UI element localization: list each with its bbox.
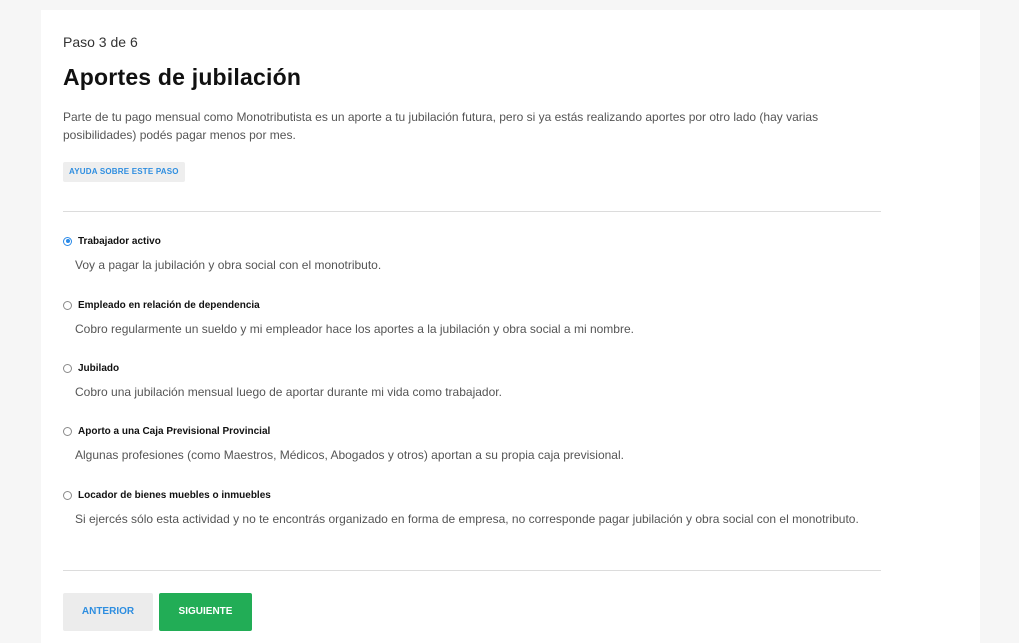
wizard-card: Paso 3 de 6 Aportes de jubilación Parte …	[41, 10, 980, 643]
option-row: Jubilado	[63, 361, 881, 375]
option-label: Jubilado	[78, 362, 120, 374]
option-trabajador-activo[interactable]: Trabajador activo Voy a pagar la jubilac…	[63, 234, 881, 274]
option-row: Locador de bienes muebles o inmuebles	[63, 488, 881, 502]
option-label: Aporto a una Caja Previsional Provincial	[78, 425, 271, 437]
option-row: Trabajador activo	[63, 234, 881, 248]
page-title: Aportes de jubilación	[63, 64, 302, 90]
option-label: Locador de bienes muebles o inmuebles	[78, 489, 271, 501]
radio-button-checked[interactable]	[63, 236, 72, 246]
divider-bottom	[63, 570, 881, 571]
option-empleado-relacion-dependencia[interactable]: Empleado en relación de dependencia Cobr…	[63, 298, 881, 338]
option-row: Empleado en relación de dependencia	[63, 298, 881, 312]
radio-button[interactable]	[63, 300, 72, 310]
option-caja-previsional-provincial[interactable]: Aporto a una Caja Previsional Provincial…	[63, 424, 881, 464]
option-label: Empleado en relación de dependencia	[78, 299, 260, 311]
option-description: Si ejercés sólo esta actividad y no te e…	[75, 512, 859, 526]
radio-button[interactable]	[63, 426, 72, 436]
help-button[interactable]: AYUDA SOBRE ESTE PASO	[63, 162, 185, 182]
option-locador-bienes[interactable]: Locador de bienes muebles o inmuebles Si…	[63, 488, 881, 528]
option-row: Aporto a una Caja Previsional Provincial	[63, 424, 881, 438]
previous-button[interactable]: ANTERIOR	[63, 593, 153, 631]
option-label: Trabajador activo	[78, 235, 161, 247]
page-description: Parte de tu pago mensual como Monotribut…	[63, 110, 819, 142]
option-jubilado[interactable]: Jubilado Cobro una jubilación mensual lu…	[63, 361, 881, 401]
option-description: Cobro regularmente un sueldo y mi emplea…	[75, 322, 634, 336]
radio-button[interactable]	[63, 490, 72, 500]
option-description: Cobro una jubilación mensual luego de ap…	[75, 385, 502, 399]
option-description: Voy a pagar la jubilación y obra social …	[75, 258, 382, 272]
option-description: Algunas profesiones (como Maestros, Médi…	[75, 448, 624, 462]
divider-top	[63, 211, 881, 212]
step-indicator: Paso 3 de 6	[63, 34, 138, 50]
next-button[interactable]: SIGUIENTE	[159, 593, 252, 631]
radio-button[interactable]	[63, 363, 72, 373]
